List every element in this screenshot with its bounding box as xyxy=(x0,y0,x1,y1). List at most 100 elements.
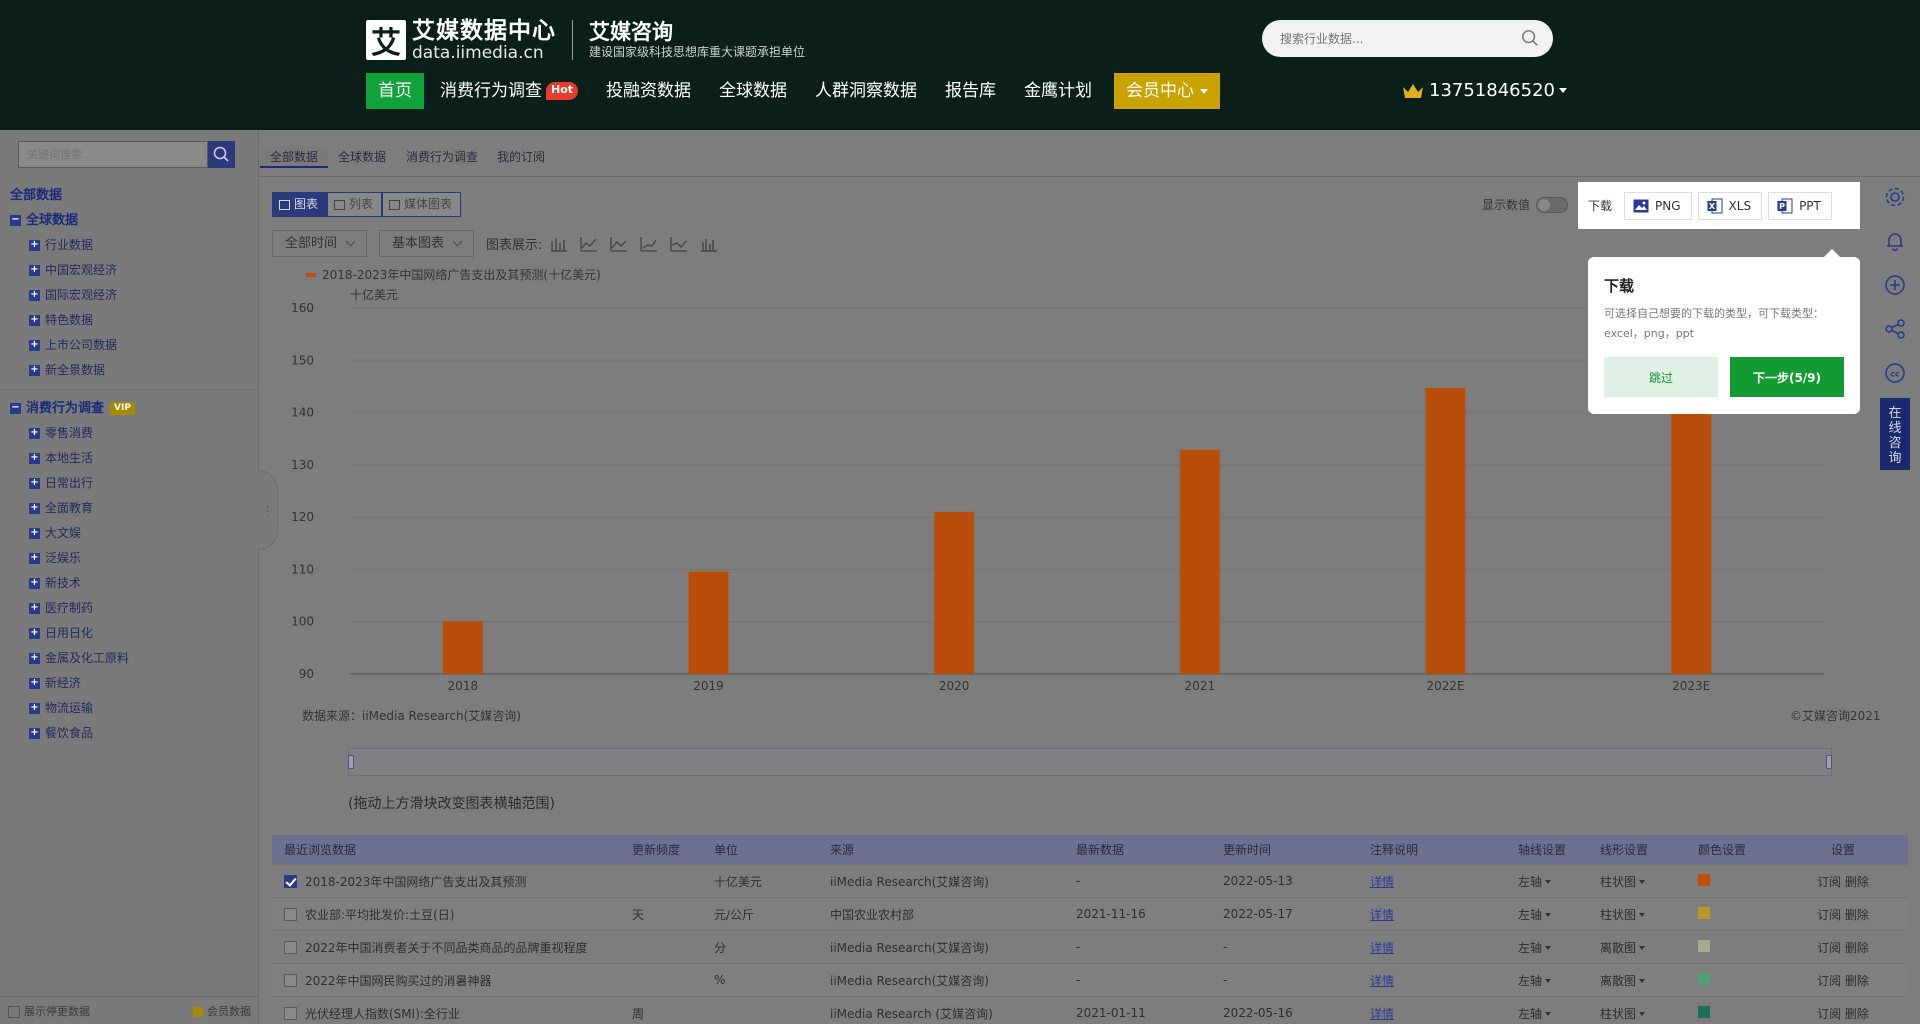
row-note-link[interactable]: 详情 xyxy=(1370,941,1394,955)
tree-item[interactable]: + 行业数据 xyxy=(10,233,250,258)
row-color-picker[interactable] xyxy=(1698,906,1710,919)
chart-bar[interactable] xyxy=(688,571,729,674)
bell-icon[interactable] xyxy=(1884,230,1906,252)
expand-icon[interactable]: + xyxy=(29,240,40,251)
tree-item[interactable]: + 新经济 xyxy=(10,671,250,696)
tree-item[interactable]: + 特色数据 xyxy=(10,308,250,333)
expand-icon[interactable]: + xyxy=(29,428,40,439)
settings-icon[interactable] xyxy=(1884,186,1906,208)
chart-bar[interactable] xyxy=(1425,387,1466,674)
tab-global-data[interactable]: 全球数据 xyxy=(328,146,396,168)
row-axis-select[interactable]: 左轴 xyxy=(1518,1005,1600,1022)
site-logo[interactable]: 艾 艾媒数据中心 data.iimedia.cn 艾媒咨询 建设国家级科技思想库… xyxy=(366,18,805,62)
skip-button[interactable]: 跳过 xyxy=(1604,357,1718,397)
chart-bar[interactable] xyxy=(442,621,483,674)
expand-icon[interactable]: + xyxy=(29,578,40,589)
collapse-icon[interactable]: − xyxy=(10,215,21,226)
row-checkbox[interactable] xyxy=(284,874,297,888)
tree-item[interactable]: + 国际宏观经济 xyxy=(10,283,250,308)
expand-icon[interactable]: + xyxy=(29,628,40,639)
row-line-select[interactable]: 离散图 xyxy=(1600,972,1698,989)
share-icon[interactable] xyxy=(1884,318,1906,340)
bar-chart-icon[interactable] xyxy=(550,236,568,252)
row-checkbox[interactable] xyxy=(284,940,297,954)
chart-type-select[interactable]: 基本图表 xyxy=(379,230,475,257)
tree-item[interactable]: + 零售消费 xyxy=(10,421,250,446)
nav-crowd-insight[interactable]: 人群洞察数据 xyxy=(803,73,929,109)
user-menu[interactable]: 13751846520 xyxy=(1402,80,1567,101)
row-axis-select[interactable]: 左轴 xyxy=(1518,972,1600,989)
download-xls-button[interactable]: X XLS xyxy=(1697,191,1763,220)
tree-item[interactable]: + 本地生活 xyxy=(10,446,250,471)
chart-bar[interactable] xyxy=(1179,449,1220,674)
view-list-button[interactable]: 列表 xyxy=(327,192,383,217)
scatter-chart-icon[interactable] xyxy=(640,236,658,252)
nav-global-data[interactable]: 全球数据 xyxy=(707,73,799,109)
download-ppt-button[interactable]: P PPT xyxy=(1768,191,1832,220)
show-stopped-toggle[interactable]: 展示停更数据 xyxy=(8,1003,90,1019)
row-note-link[interactable]: 详情 xyxy=(1370,875,1394,889)
expand-icon[interactable]: + xyxy=(29,453,40,464)
row-color-picker[interactable] xyxy=(1698,1005,1710,1018)
row-axis-select[interactable]: 左轴 xyxy=(1518,906,1600,923)
header-search-input[interactable] xyxy=(1262,20,1502,57)
nav-investment[interactable]: 投融资数据 xyxy=(594,73,703,109)
area-chart-icon[interactable] xyxy=(610,236,628,252)
show-values-toggle[interactable]: 显示数值 xyxy=(1482,196,1569,213)
expand-icon[interactable]: + xyxy=(29,528,40,539)
nav-report-library[interactable]: 报告库 xyxy=(933,73,1008,109)
expand-icon[interactable]: + xyxy=(29,265,40,276)
nav-member-center[interactable]: 会员中心 xyxy=(1114,73,1221,109)
row-actions[interactable]: 订阅 删除 xyxy=(1798,906,1888,923)
row-color-picker[interactable] xyxy=(1698,972,1710,985)
row-checkbox[interactable] xyxy=(284,907,297,921)
tree-item[interactable]: + 上市公司数据 xyxy=(10,333,250,358)
row-color-picker[interactable] xyxy=(1698,939,1710,952)
row-actions[interactable]: 订阅 删除 xyxy=(1798,873,1888,890)
row-actions[interactable]: 订阅 删除 xyxy=(1798,972,1888,989)
tab-consumer-survey[interactable]: 消费行为调查 xyxy=(396,146,488,168)
tree-item[interactable]: + 全面教育 xyxy=(10,496,250,521)
stacked-line-icon[interactable] xyxy=(670,236,688,252)
row-note-link[interactable]: 详情 xyxy=(1370,974,1394,988)
row-line-select[interactable]: 柱状图 xyxy=(1600,1005,1698,1022)
row-actions[interactable]: 订阅 删除 xyxy=(1798,1005,1888,1022)
tree-item[interactable]: + 大文娱 xyxy=(10,521,250,546)
expand-icon[interactable]: + xyxy=(29,503,40,514)
next-step-button[interactable]: 下一步(5/9) xyxy=(1730,357,1844,397)
row-line-select[interactable]: 柱状图 xyxy=(1600,873,1698,890)
row-color-picker[interactable] xyxy=(1698,873,1710,886)
row-checkbox[interactable] xyxy=(284,973,297,987)
expand-icon[interactable]: + xyxy=(29,703,40,714)
tree-item[interactable]: + 中国宏观经济 xyxy=(10,258,250,283)
expand-icon[interactable]: + xyxy=(29,678,40,689)
tree-item[interactable]: + 金属及化工原料 xyxy=(10,646,250,671)
sidebar-search-input[interactable] xyxy=(19,142,199,167)
tree-item[interactable]: + 日常出行 xyxy=(10,471,250,496)
chart-bar[interactable] xyxy=(934,511,975,674)
time-range-select[interactable]: 全部时间 xyxy=(272,230,368,257)
grouped-bar-icon[interactable] xyxy=(700,236,718,252)
nav-golden-eagle[interactable]: 金鹰计划 xyxy=(1012,73,1104,109)
view-media-chart-button[interactable]: 媒体图表 xyxy=(382,192,462,217)
expand-icon[interactable]: + xyxy=(29,653,40,664)
download-png-button[interactable]: PNG xyxy=(1624,191,1692,220)
toggle-switch[interactable] xyxy=(1536,196,1569,213)
collapse-icon[interactable]: − xyxy=(10,403,21,414)
row-note-link[interactable]: 详情 xyxy=(1370,1007,1394,1021)
nav-home[interactable]: 首页 xyxy=(366,73,424,109)
row-note-link[interactable]: 详情 xyxy=(1370,908,1394,922)
expand-icon[interactable]: + xyxy=(29,365,40,376)
tree-item[interactable]: + 新全景数据 xyxy=(10,358,250,383)
tree-group-global[interactable]: − 全球数据 xyxy=(10,208,250,233)
tree-group-consumer[interactable]: − 消费行为调查 VIP xyxy=(10,396,250,421)
expand-icon[interactable]: + xyxy=(29,478,40,489)
tree-item[interactable]: + 餐饮食品 xyxy=(10,721,250,746)
range-handle-right[interactable] xyxy=(1826,755,1832,769)
line-chart-icon[interactable] xyxy=(580,236,598,252)
expand-icon[interactable]: + xyxy=(29,603,40,614)
sidebar-search-button[interactable] xyxy=(208,141,235,168)
expand-icon[interactable]: + xyxy=(29,728,40,739)
tree-item[interactable]: + 泛娱乐 xyxy=(10,546,250,571)
expand-icon[interactable]: + xyxy=(29,315,40,326)
